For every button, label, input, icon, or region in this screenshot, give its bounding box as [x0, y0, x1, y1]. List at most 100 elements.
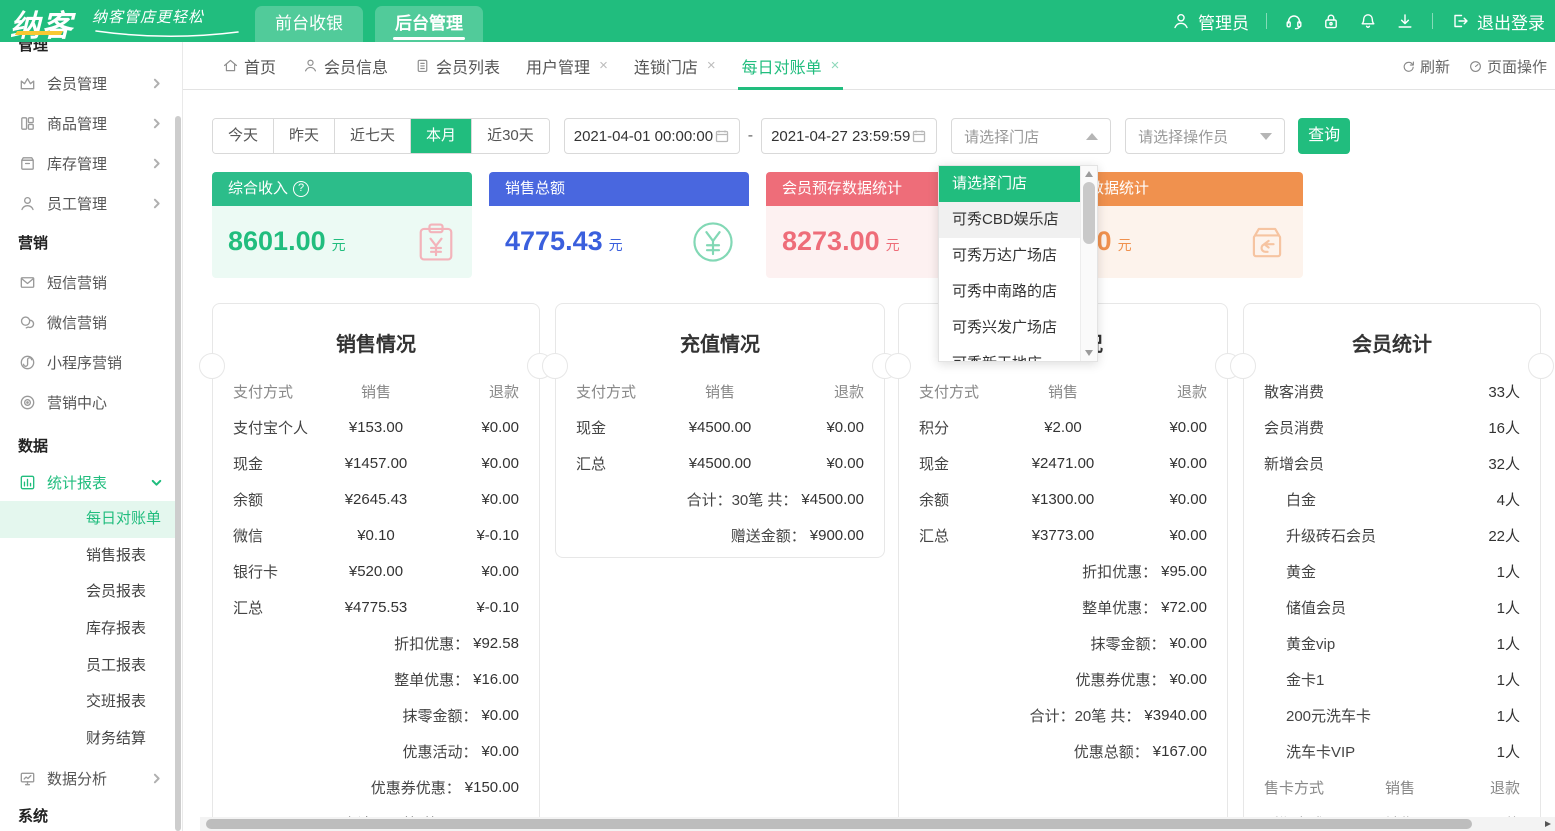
help-icon[interactable]: ? — [293, 181, 309, 197]
calendar-icon — [911, 128, 927, 144]
sidebar-item-member-manage[interactable]: 会员管理 — [0, 63, 175, 103]
nav-front-cashier[interactable]: 前台收银 — [255, 6, 363, 42]
sidebar-item-sms-marketing[interactable]: 短信营销 — [0, 262, 175, 302]
refund-amount: ¥0.00 — [430, 563, 519, 580]
sidebar-item-miniapp-marketing[interactable]: 小程序营销 — [0, 342, 175, 382]
member-stat-value: 1人 — [1497, 705, 1520, 726]
miniapp-icon — [18, 353, 37, 372]
page-operations-button[interactable]: 页面操作 — [1468, 56, 1547, 77]
pay-method: 汇总 — [576, 453, 666, 474]
range-this-month-button[interactable]: 本月 — [410, 119, 471, 153]
end-date-input[interactable]: 2021-04-27 23:59:59 — [761, 118, 937, 154]
scroll-down-icon[interactable] — [1085, 350, 1093, 356]
summary-value: ¥0.00 — [481, 743, 519, 760]
sidebar-item-wechat-marketing[interactable]: 微信营销 — [0, 302, 175, 342]
sidebar-subitem-report[interactable]: 交班报表 — [0, 684, 175, 721]
store-option[interactable]: 可秀兴发广场店 — [939, 310, 1082, 346]
store-option[interactable]: 可秀中南路的店 — [939, 274, 1082, 310]
logout-button[interactable]: 退出登录 — [1450, 9, 1545, 34]
sidebar-item-staff-manage[interactable]: 员工管理 — [0, 183, 175, 223]
current-user[interactable]: 管理员 — [1171, 9, 1249, 34]
refund-amount: ¥0.00 — [1117, 491, 1207, 508]
horizontal-scrollbar[interactable] — [200, 817, 1555, 831]
summary-label: 整单优惠： — [1082, 597, 1157, 618]
sidebar-subitem-report[interactable]: 会员报表 — [0, 574, 175, 611]
range-last30-button[interactable]: 近30天 — [471, 119, 549, 153]
tab-chain-store[interactable]: 连锁门店 × — [634, 42, 716, 90]
sidebar-item-goods-manage[interactable]: 商品管理 — [0, 103, 175, 143]
operator-select[interactable]: 请选择操作员 — [1125, 118, 1285, 154]
tab-daily-statement[interactable]: 每日对账单 × — [742, 42, 840, 90]
summary-value: ¥16.00 — [473, 671, 519, 688]
sidebar-subitem-report[interactable]: 库存报表 — [0, 611, 175, 648]
start-date-input[interactable]: 2021-04-01 00:00:00 — [564, 118, 740, 154]
refresh-button[interactable]: 刷新 — [1401, 56, 1450, 77]
store-option[interactable]: 可秀CBD娱乐店 — [939, 202, 1082, 238]
close-icon[interactable]: × — [707, 57, 716, 74]
sidebar-subitem-report[interactable]: 每日对账单 — [0, 501, 175, 538]
summary-label: 优惠活动： — [402, 741, 477, 762]
sidebar-subitem-report[interactable]: 财务结算 — [0, 721, 175, 758]
pay-method: 现金 — [233, 453, 322, 474]
report-submenu: 每日对账单 销售报表 会员报表 库存报表 员工报表 交班报表 财务结算 — [0, 501, 175, 758]
close-icon[interactable]: × — [599, 57, 608, 74]
member-stats-panel: 会员统计 散客消费 33人 会员消费 16人 — [1243, 303, 1541, 831]
store-option-partial[interactable]: 可秀新天地店 — [939, 346, 1082, 362]
envelope-icon — [18, 273, 37, 292]
summary-label: 优惠券优惠： — [1075, 669, 1165, 690]
tab-home[interactable]: 首页 — [222, 42, 276, 90]
consume-panel: 消费情况 支付方式 销售 退款 积分 ¥2.00 ¥0.00 — [898, 303, 1228, 831]
range-yesterday-button[interactable]: 昨天 — [273, 119, 334, 153]
nav-backend-manage[interactable]: 后台管理 — [375, 6, 483, 42]
support-button[interactable] — [1284, 11, 1304, 31]
sidebar-subitem-report[interactable]: 销售报表 — [0, 538, 175, 575]
tab-member-info[interactable]: 会员信息 — [302, 42, 388, 90]
range-today-button[interactable]: 今天 — [213, 119, 273, 153]
lock-button[interactable] — [1321, 11, 1341, 31]
notifications-button[interactable] — [1358, 11, 1378, 31]
query-button[interactable]: 查询 — [1298, 118, 1350, 154]
member-stat-label: 升级砖石会员 — [1264, 525, 1488, 546]
headset-icon — [1284, 11, 1304, 31]
tab-user-manage[interactable]: 用户管理 × — [526, 42, 608, 90]
store-option[interactable]: 可秀万达广场店 — [939, 238, 1082, 274]
scroll-right-icon[interactable] — [1545, 821, 1551, 827]
sidebar-subitem-report[interactable]: 员工报表 — [0, 648, 175, 685]
sale-amount: ¥4500.00 — [666, 455, 774, 472]
close-icon[interactable]: × — [831, 57, 840, 74]
brand-logo: 纳客 — [10, 1, 74, 45]
table-row: 余额 ¥1300.00 ¥0.00 — [919, 481, 1207, 517]
sale-amount: ¥520.00 — [322, 563, 429, 580]
gauge-icon — [1468, 59, 1483, 74]
pay-method: 微信 — [233, 525, 322, 546]
summary-row: 抹零金额： ¥0.00 — [233, 697, 519, 733]
pay-method: 支付宝个人 — [233, 417, 322, 438]
download-button[interactable] — [1395, 11, 1415, 31]
user-icon — [1171, 11, 1191, 31]
sidebar-item-data-analysis[interactable]: 数据分析 — [0, 758, 175, 798]
summary-label: 合计：30笔 共： — [687, 489, 798, 510]
store-option-placeholder[interactable]: 请选择门店 — [939, 166, 1082, 202]
member-stat-label: 会员消费 — [1264, 417, 1488, 438]
scroll-thumb[interactable] — [206, 819, 1472, 829]
bar-chart-icon — [18, 473, 37, 492]
chevron-down-icon — [150, 476, 163, 489]
sidebar-item-report-center[interactable]: 统计报表 — [0, 462, 175, 502]
summary-row: 优惠券优惠： ¥150.00 — [233, 769, 519, 805]
member-stat-label: 黄金vip — [1264, 633, 1497, 654]
dropdown-scrollbar[interactable] — [1080, 166, 1097, 361]
sidebar: 管理 会员管理 商品管理 库存管理 员工管理 营销 短信营销 微 — [0, 42, 183, 831]
range-last7-button[interactable]: 近七天 — [334, 119, 410, 153]
sidebar-item-stock-manage[interactable]: 库存管理 — [0, 143, 175, 183]
tab-member-list[interactable]: 会员列表 — [414, 42, 500, 90]
quick-range-group: 今天 昨天 近七天 本月 近30天 — [212, 118, 550, 154]
scroll-up-icon[interactable] — [1085, 171, 1093, 177]
sidebar-scrollbar[interactable] — [175, 116, 181, 831]
store-select[interactable]: 请选择门店 — [951, 118, 1111, 154]
summary-label: 抹零金额： — [402, 705, 477, 726]
sidebar-item-marketing-center[interactable]: 营销中心 — [0, 382, 175, 422]
scroll-thumb[interactable] — [1083, 182, 1095, 244]
summary-row: 合计：20笔 共： ¥3940.00 — [919, 697, 1207, 733]
panel-notch — [1230, 353, 1256, 379]
chevron-right-icon — [150, 77, 163, 90]
